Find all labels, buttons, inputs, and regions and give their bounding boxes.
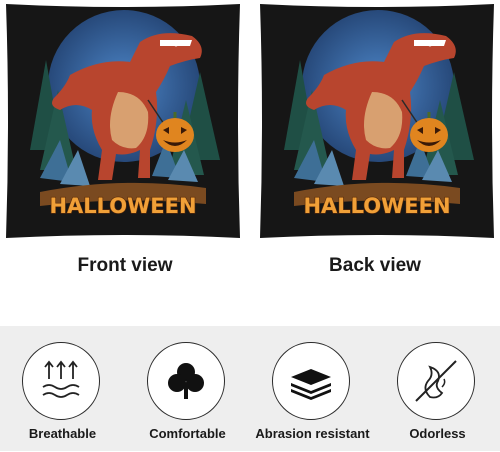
feature-label-odorless: Odorless (409, 426, 466, 441)
features-band: Breathable Comfortable Abrasion resistan… (0, 326, 500, 451)
feature-comfortable: Comfortable (125, 342, 250, 452)
front-pillow-image: HALLOWEEN (0, 0, 246, 242)
feature-breathable: Breathable (0, 342, 125, 452)
feature-odorless: Odorless (375, 342, 500, 452)
feature-abrasion-resistant: Abrasion resistant (250, 342, 375, 452)
front-view-label: Front view (77, 255, 173, 276)
back-halloween-text: HALLOWEEN (303, 194, 450, 218)
feature-label-abrasion-resistant: Abrasion resistant (255, 426, 370, 441)
front-halloween-text: HALLOWEEN (49, 194, 196, 218)
back-view-label: Back view (329, 255, 421, 276)
comfortable-icon (147, 342, 225, 420)
odorless-icon (397, 342, 475, 420)
abrasion-resistant-icon (272, 342, 350, 420)
back-pillow-image: HALLOWEEN (254, 0, 500, 242)
feature-label-comfortable: Comfortable (149, 426, 226, 441)
feature-label-breathable: Breathable (28, 426, 97, 441)
breathable-icon (22, 342, 100, 420)
